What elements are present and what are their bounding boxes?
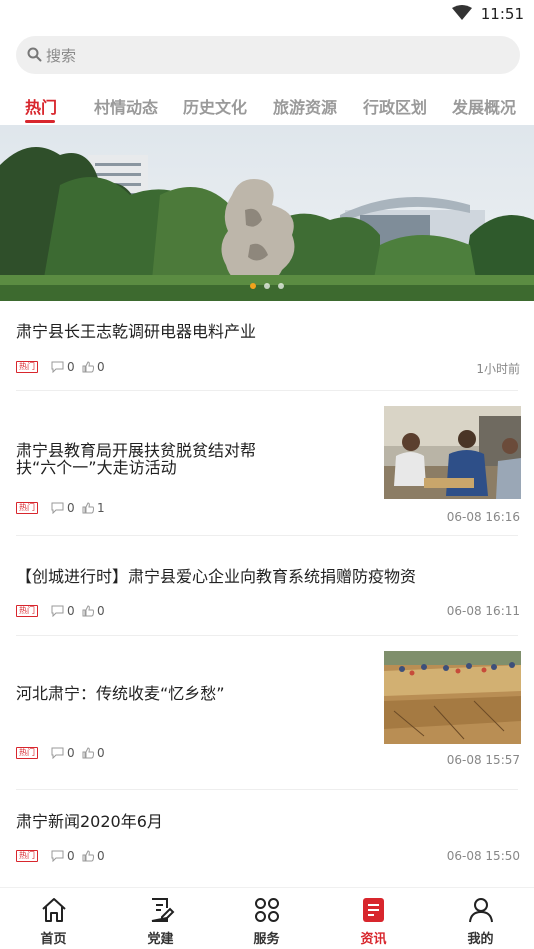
user-icon bbox=[469, 898, 493, 923]
news-title: 肃宁县长王志乾调研电器电料产业 bbox=[16, 322, 257, 341]
status-bar: 11:51 bbox=[0, 0, 534, 30]
news-item[interactable]: 肃宁县长王志乾调研电器电料产业 热门 0 0 1小时前 bbox=[0, 310, 534, 391]
search-icon bbox=[27, 47, 42, 62]
comment-count: 0 bbox=[67, 849, 75, 863]
nav-news[interactable]: 资讯 bbox=[320, 888, 427, 949]
comment-icon bbox=[51, 502, 64, 514]
tab-administrative[interactable]: 行政区划 bbox=[363, 94, 427, 118]
comment-count: 0 bbox=[67, 746, 75, 760]
nav-label: 首页 bbox=[40, 932, 67, 947]
news-time: 06-08 15:57 bbox=[446, 753, 520, 767]
tab-village-news[interactable]: 村情动态 bbox=[94, 94, 158, 118]
hot-tag: 热门 bbox=[16, 361, 38, 373]
hot-tag: 热门 bbox=[16, 747, 38, 759]
like-icon bbox=[82, 361, 94, 373]
nav-mine[interactable]: 我的 bbox=[427, 888, 534, 949]
news-thumbnail bbox=[384, 651, 521, 744]
status-time: 11:51 bbox=[480, 5, 524, 23]
like-icon bbox=[82, 747, 94, 759]
tab-hot[interactable]: 热门 bbox=[25, 94, 57, 118]
like-icon bbox=[82, 605, 94, 617]
hot-tag: 热门 bbox=[16, 850, 38, 862]
hot-tag: 热门 bbox=[16, 605, 38, 617]
tab-development[interactable]: 发展概况 bbox=[452, 94, 516, 118]
like-icon bbox=[82, 502, 94, 514]
news-meta: 热门 0 0 bbox=[16, 746, 316, 762]
banner-photo bbox=[0, 125, 534, 301]
nav-label: 服务 bbox=[253, 932, 280, 947]
active-tab-indicator bbox=[25, 120, 55, 123]
banner-dot[interactable] bbox=[278, 283, 284, 289]
nav-label: 我的 bbox=[467, 932, 494, 947]
comment-icon bbox=[51, 605, 64, 617]
comment-count: 0 bbox=[67, 360, 75, 374]
document-edit-icon bbox=[151, 898, 175, 922]
search-placeholder: 搜索 bbox=[46, 47, 77, 65]
nav-label: 党建 bbox=[147, 932, 174, 947]
news-time: 06-08 16:11 bbox=[446, 604, 520, 618]
news-item[interactable]: 肃宁新闻2020年6月 热门 0 0 06-08 15:50 bbox=[0, 790, 534, 887]
like-count: 0 bbox=[97, 849, 105, 863]
like-count: 0 bbox=[97, 746, 105, 760]
like-count: 0 bbox=[97, 360, 105, 374]
nav-party[interactable]: 党建 bbox=[107, 888, 214, 949]
news-icon bbox=[363, 898, 384, 922]
category-tabs: 热门 村情动态 历史文化 旅游资源 行政区划 发展概况 bbox=[0, 90, 534, 124]
news-time: 1小时前 bbox=[476, 362, 520, 376]
news-meta: 热门 0 0 bbox=[16, 360, 516, 376]
news-item[interactable]: 【创城进行时】肃宁县爱心企业向教育系统捐赠防疫物资 热门 0 0 06-08 1… bbox=[0, 536, 534, 636]
wifi-icon bbox=[452, 5, 472, 20]
news-thumbnail bbox=[384, 406, 521, 499]
hot-tag: 热门 bbox=[16, 502, 38, 514]
news-title: 河北肃宁：传统收麦“忆乡愁” bbox=[16, 684, 225, 703]
banner-dot[interactable] bbox=[250, 283, 256, 289]
news-item[interactable]: 河北肃宁：传统收麦“忆乡愁” 热门 0 0 06-08 15:57 bbox=[0, 636, 534, 790]
news-title: 肃宁新闻2020年6月 bbox=[16, 812, 163, 831]
search-input[interactable]: 搜索 bbox=[16, 36, 520, 74]
news-time: 06-08 16:16 bbox=[446, 510, 520, 524]
comment-count: 0 bbox=[67, 604, 75, 618]
comment-icon bbox=[51, 361, 64, 373]
news-title: 【创城进行时】肃宁县爱心企业向教育系统捐赠防疫物资 bbox=[16, 567, 417, 586]
banner-image[interactable] bbox=[0, 125, 534, 301]
news-meta: 热门 0 1 bbox=[16, 501, 316, 517]
nav-label: 资讯 bbox=[360, 932, 387, 947]
news-meta: 热门 0 0 bbox=[16, 849, 316, 865]
news-time: 06-08 15:50 bbox=[446, 849, 520, 863]
like-count: 0 bbox=[97, 604, 105, 618]
like-count: 1 bbox=[97, 501, 105, 515]
home-icon bbox=[42, 898, 66, 922]
tab-history-culture[interactable]: 历史文化 bbox=[183, 94, 247, 118]
news-item[interactable]: 肃宁县教育局开展扶贫脱贫结对帮 扶“六个一”大走访活动 热门 0 1 06-08… bbox=[0, 391, 534, 536]
comment-count: 0 bbox=[67, 501, 75, 515]
nav-service[interactable]: 服务 bbox=[213, 888, 320, 949]
bottom-nav: 首页 党建 服务 资讯 我的 bbox=[0, 887, 534, 949]
news-title: 扶“六个一”大走访活动 bbox=[16, 458, 177, 477]
comment-icon bbox=[51, 747, 64, 759]
comment-icon bbox=[51, 850, 64, 862]
grid-icon bbox=[255, 898, 279, 922]
like-icon bbox=[82, 850, 94, 862]
banner-dot[interactable] bbox=[264, 283, 270, 289]
tab-tourism[interactable]: 旅游资源 bbox=[273, 94, 337, 118]
news-meta: 热门 0 0 bbox=[16, 604, 316, 620]
nav-home[interactable]: 首页 bbox=[0, 888, 107, 949]
